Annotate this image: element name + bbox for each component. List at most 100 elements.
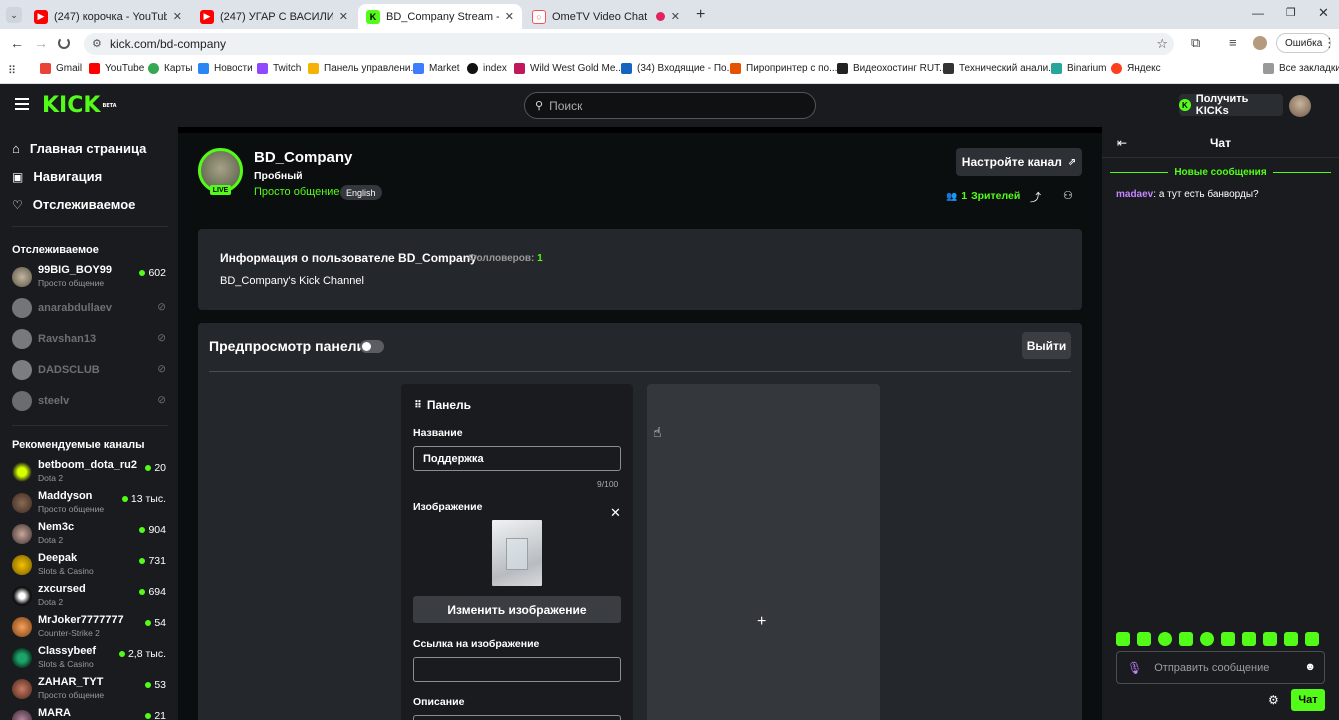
add-panel-icon[interactable]: +	[757, 613, 766, 631]
emote-icon[interactable]	[1137, 632, 1151, 646]
recommended-channel-zxcursed[interactable]: zxcursed Dota 2 694	[12, 582, 170, 610]
bookmark-maps[interactable]: Карты	[148, 63, 193, 74]
remove-image-icon[interactable]: ✕	[610, 505, 621, 521]
recommended-channel-zahar[interactable]: ZAHAR_TYT Просто общение 53	[12, 675, 170, 703]
recommended-channel-classybeef[interactable]: Classybeef Slots & Casino 2,8 тыс.	[12, 644, 170, 672]
bookmark-binarium[interactable]: Binarium	[1051, 63, 1106, 74]
emote-icon[interactable]	[1158, 632, 1172, 646]
profile-avatar[interactable]	[1253, 36, 1267, 50]
chat-message[interactable]: madaev: а тут есть банворды?	[1116, 189, 1259, 200]
panel-form-card: ⠿ Панель Название Поддержка 9/100 Изобра…	[401, 384, 633, 720]
panel-header[interactable]: ⠿ Панель	[414, 398, 471, 412]
browser-tab-4[interactable]: ○ OmeTV Video Chat — Ome ✕	[524, 4, 688, 29]
browser-tab-3-active[interactable]: K BD_Company Stream - Watch L ✕	[358, 4, 522, 29]
following-channel-99big[interactable]: 99BIG_BOY99 Просто общение 602	[12, 263, 170, 291]
close-icon[interactable]: ✕	[671, 10, 680, 23]
emote-icon[interactable]	[1263, 632, 1277, 646]
url-bar[interactable]: ⚙ kick.com/bd-company ☆	[84, 33, 1174, 55]
close-window-icon[interactable]: ✕	[1318, 5, 1329, 21]
emote-icon[interactable]	[1221, 632, 1235, 646]
media-icon[interactable]: ≡	[1229, 35, 1237, 50]
following-channel-dadsclub[interactable]: DADSCLUB ⊘	[12, 356, 170, 384]
change-image-button[interactable]: Изменить изображение	[413, 596, 621, 623]
get-kicks-button[interactable]: K Получить KICKs	[1179, 93, 1283, 117]
recommended-channel-maddyson[interactable]: Maddyson Просто общение 13 тыс.	[12, 489, 170, 517]
bookmark-panel[interactable]: Панель управлени...	[308, 63, 419, 74]
bookmark-tech-analysis[interactable]: Технический анали...	[943, 63, 1057, 74]
kick-logo[interactable]: KICK BETA	[42, 95, 117, 117]
search-input[interactable]: ⚲ Поиск	[524, 92, 816, 119]
bookmark-index[interactable]: index	[467, 63, 507, 74]
nav-following[interactable]: ♡ Отслеживаемое	[12, 197, 135, 212]
all-bookmarks[interactable]: Все закладки	[1263, 63, 1339, 74]
browser-tab-2[interactable]: ▶ (247) УГАР С ВАСИЛИЧЕМ ПЕР ✕	[192, 4, 356, 29]
drag-handle-icon[interactable]: ⠿	[414, 400, 422, 411]
close-icon[interactable]: ✕	[505, 10, 514, 23]
bookmark-pyroprinter[interactable]: Пиропринтер с по...	[730, 63, 837, 74]
bookmark-youtube[interactable]: YouTube	[89, 63, 144, 74]
recommended-channel-mara[interactable]: MARA 21	[12, 706, 170, 720]
star-icon[interactable]: ☆	[1156, 36, 1168, 52]
nav-home[interactable]: ⌂ Главная страница	[12, 141, 146, 156]
exit-button[interactable]: Выйти	[1022, 332, 1071, 359]
settings-gear-icon[interactable]: ⚙	[1268, 693, 1279, 707]
setup-channel-button[interactable]: Настройте канал ⇗	[956, 148, 1082, 176]
image-link-input[interactable]	[413, 657, 621, 682]
microphone-icon[interactable]: 🎙	[1127, 661, 1142, 675]
emote-icon[interactable]	[1305, 632, 1319, 646]
apps-icon[interactable]: ⠿	[8, 64, 16, 77]
following-channel-steelv[interactable]: steelv ⊘	[12, 387, 170, 415]
add-panel-card[interactable]: +	[647, 384, 880, 720]
viewer-count: 21	[145, 710, 166, 720]
hamburger-menu-icon[interactable]	[15, 98, 29, 100]
emote-icon[interactable]	[1284, 632, 1298, 646]
share-icon[interactable]: ⤴	[1030, 189, 1041, 205]
bookmark-twitch[interactable]: Twitch	[257, 63, 301, 74]
close-icon[interactable]: ✕	[339, 10, 348, 23]
chat-username[interactable]: madaev	[1116, 189, 1153, 200]
emote-icon[interactable]	[1116, 632, 1130, 646]
bookmark-rutube[interactable]: Видеохостинг RUT...	[837, 63, 947, 74]
live-dot-icon	[145, 465, 152, 471]
loading-icon[interactable]	[58, 37, 70, 49]
emote-icon[interactable]	[1200, 632, 1214, 646]
following-channel-anarabdullaev[interactable]: anarabdullaev ⊘	[12, 294, 170, 322]
forward-icon[interactable]: →	[34, 35, 48, 51]
maximize-icon[interactable]: ❐	[1286, 6, 1296, 19]
channel-name[interactable]: BD_Company	[254, 149, 352, 166]
bookmark-news[interactable]: Новости	[198, 63, 253, 74]
emote-icon[interactable]	[1179, 632, 1193, 646]
preview-toggle[interactable]	[360, 340, 384, 353]
language-tag[interactable]: English	[340, 185, 382, 200]
emote-icon[interactable]	[1242, 632, 1256, 646]
recommended-channel-deepak[interactable]: Deepak Slots & Casino 731	[12, 551, 170, 579]
panel-name-input[interactable]: Поддержка	[413, 446, 621, 471]
recommended-channel-mrjoker[interactable]: MrJoker7777777 Counter-Strike 2 54	[12, 613, 170, 641]
users-icon: 👥	[946, 190, 958, 201]
emoji-icon[interactable]: ☻	[1304, 661, 1316, 673]
user-avatar[interactable]	[1289, 95, 1311, 117]
browser-tab-1[interactable]: ▶ (247) корочка - YouTube ✕	[26, 4, 190, 29]
site-info-icon[interactable]: ⚙	[92, 37, 102, 50]
new-tab-icon[interactable]: +	[696, 6, 705, 24]
menu-icon[interactable]: ⋮	[1323, 35, 1336, 51]
chat-message-input[interactable]: 🎙 Отправить сообщение ☻	[1116, 651, 1325, 684]
extensions-icon[interactable]: ⧉	[1191, 35, 1200, 51]
nav-browse[interactable]: ▣ Навигация	[12, 169, 102, 184]
send-chat-button[interactable]: Чат	[1291, 689, 1325, 711]
add-friend-icon[interactable]: ⚇	[1063, 189, 1073, 202]
minimize-icon[interactable]: —	[1252, 6, 1264, 20]
tab-search-icon[interactable]: ⌄	[6, 7, 22, 23]
recommended-channel-nem3c[interactable]: Nem3c Dota 2 904	[12, 520, 170, 548]
back-icon[interactable]: ←	[10, 35, 24, 51]
stream-category-link[interactable]: Просто общение	[254, 186, 340, 198]
bookmark-yandex[interactable]: Яндекс	[1111, 63, 1161, 74]
description-input[interactable]	[413, 715, 621, 720]
bookmark-market[interactable]: Market	[413, 63, 460, 74]
bookmark-wild-west[interactable]: Wild West Gold Me...	[514, 63, 624, 74]
close-icon[interactable]: ✕	[173, 10, 182, 23]
bookmark-gmail[interactable]: Gmail	[40, 63, 82, 74]
recommended-channel-betboom[interactable]: betboom_dota_ru2 Dota 2 20	[12, 458, 170, 486]
following-channel-ravshan13[interactable]: Ravshan13 ⊘	[12, 325, 170, 353]
bookmark-inbox[interactable]: (34) Входящие - По...	[621, 63, 735, 74]
